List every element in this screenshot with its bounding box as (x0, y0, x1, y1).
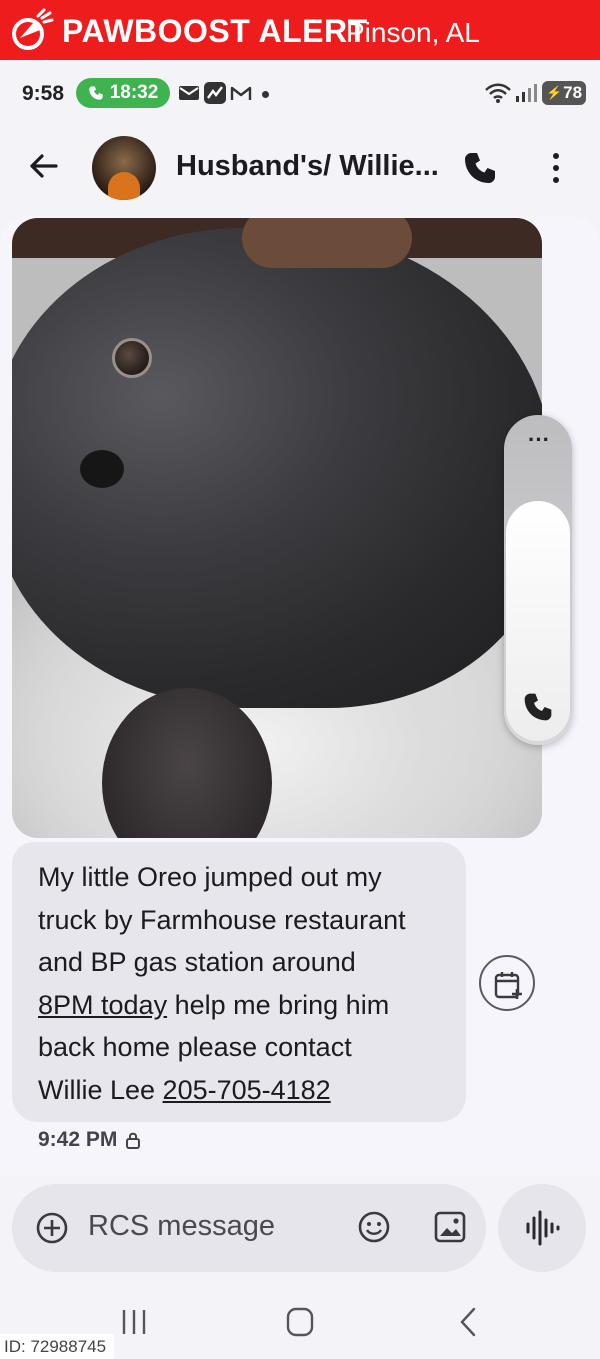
message-composer[interactable]: RCS message (12, 1184, 486, 1272)
contact-name[interactable]: Husband's/ Willie... (176, 150, 446, 183)
photo-hand (242, 218, 412, 268)
panel-more-icon[interactable]: ··· (524, 429, 554, 451)
alert-bell-icon (12, 8, 54, 50)
call-timer: 18:32 (109, 82, 159, 103)
activity-icon (204, 82, 226, 104)
pawboost-banner: PAWBOOST ALERT Pinson, AL (0, 0, 600, 60)
contact-avatar[interactable] (92, 136, 156, 200)
lock-icon (126, 1132, 141, 1149)
more-notifications-dot (262, 91, 269, 98)
add-to-calendar-button[interactable] (479, 955, 535, 1011)
photo-dog-nose (80, 450, 124, 488)
status-time: 9:58 (22, 82, 65, 105)
home-icon[interactable] (280, 1304, 320, 1340)
panel-call-icon[interactable] (522, 691, 554, 723)
status-bar: 9:58 18:32 ⚡ 78 (0, 60, 600, 126)
recent-apps-icon[interactable] (114, 1304, 154, 1340)
message-line: and BP gas station around (38, 947, 356, 977)
message-line: truck by Farmhouse restaurant (38, 904, 406, 935)
mail-icon (179, 86, 199, 100)
phone-number-link[interactable]: 205-705-4182 (163, 1075, 331, 1105)
message-line: My little Oreo jumped out my (38, 862, 382, 892)
voice-waveform-icon (526, 1210, 560, 1246)
message-timestamp: 9:42 PM (38, 1128, 118, 1151)
back-arrow-icon[interactable] (26, 148, 62, 184)
battery-indicator: ⚡ 78 (542, 81, 586, 105)
photo-dog-eye (112, 338, 152, 378)
calendar-add-icon (494, 972, 522, 999)
message-bubble[interactable]: My little Oreo jumped out my truck by Fa… (12, 842, 466, 1122)
signal-icon (516, 84, 537, 102)
wifi-icon (485, 83, 511, 103)
banner-brand: PAWBOOST ALERT (62, 13, 368, 49)
add-attachment-icon[interactable] (34, 1210, 70, 1246)
message-line: Willie Lee (38, 1074, 163, 1105)
time-link[interactable]: 8PM today (38, 990, 167, 1020)
voice-message-button[interactable] (498, 1184, 586, 1272)
more-options-icon[interactable] (540, 148, 572, 188)
message-photo-dog[interactable] (12, 218, 542, 838)
ongoing-call-pill[interactable]: 18:32 (76, 78, 170, 108)
emoji-icon[interactable] (356, 1209, 392, 1245)
nav-back-icon[interactable] (448, 1304, 488, 1340)
charging-bolt-icon: ⚡ (545, 85, 563, 100)
conversation-app-bar: Husband's/ Willie... (0, 126, 600, 210)
message-line: help me bring him (167, 989, 390, 1020)
message-meta: 9:42 PM (38, 1128, 141, 1152)
phone-icon (89, 86, 103, 100)
battery-level: 78 (563, 83, 583, 102)
message-input[interactable]: RCS message (88, 1210, 275, 1243)
message-line: back home please contact (38, 1032, 352, 1062)
photo-dog-paw (102, 688, 272, 838)
gmail-icon (230, 86, 252, 100)
gallery-icon[interactable] (432, 1209, 468, 1245)
id-tag: ID: 72988745 (0, 1334, 115, 1359)
banner-location: Pinson, AL (346, 17, 480, 48)
call-side-panel[interactable]: ··· (504, 415, 572, 745)
call-icon[interactable] (462, 150, 498, 186)
